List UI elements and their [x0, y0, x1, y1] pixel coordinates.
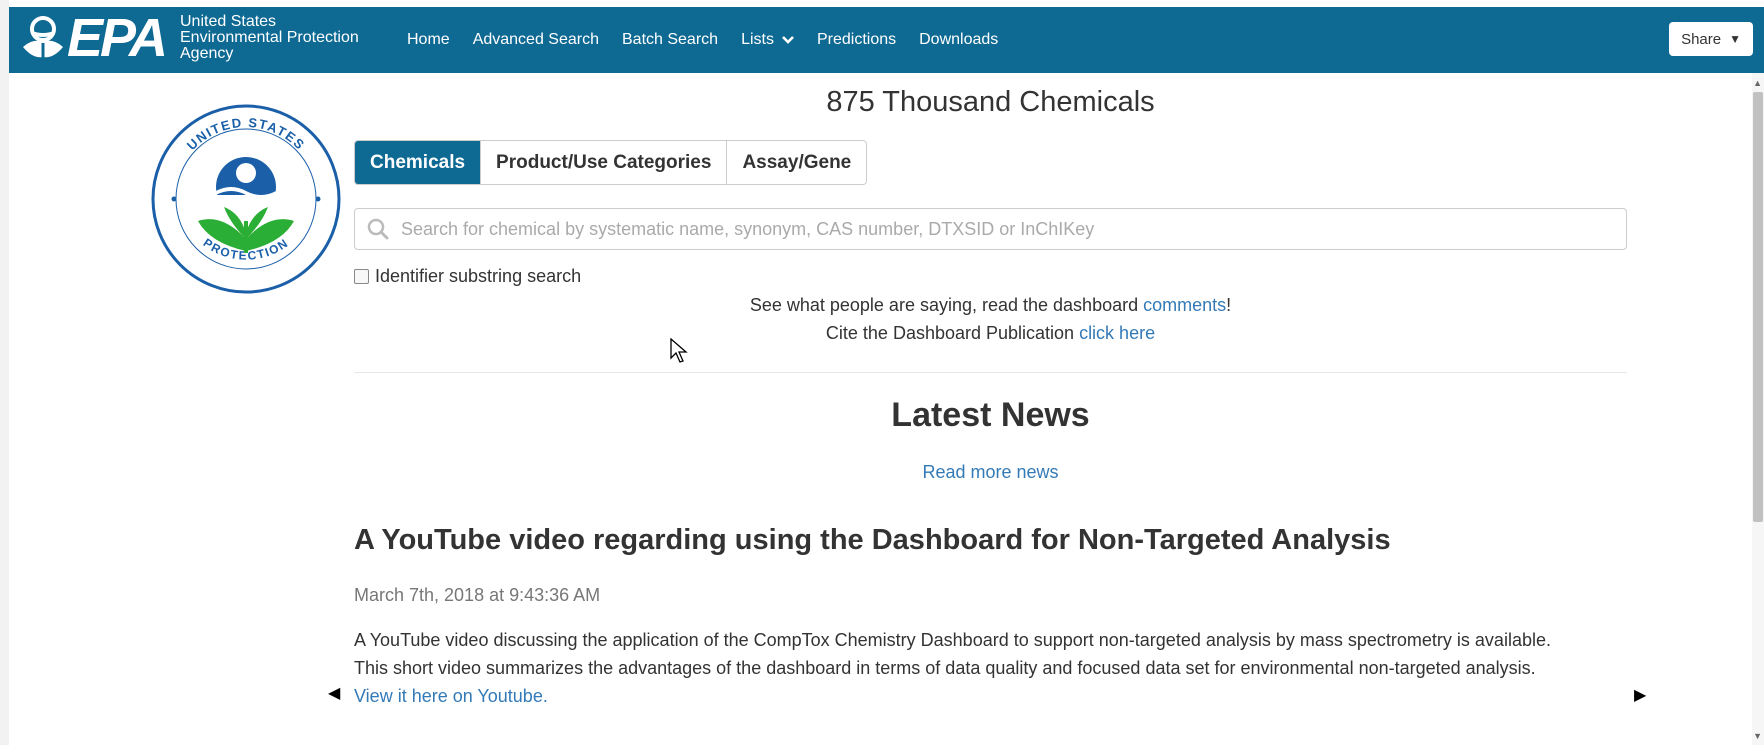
epa-seal-logo: UNITED STATES PROTECTION	[151, 104, 341, 294]
scrollbar-thumb[interactable]	[1753, 92, 1763, 522]
scroll-down-arrow-icon[interactable]: ▼	[1753, 731, 1762, 741]
nav-downloads[interactable]: Downloads	[919, 31, 998, 49]
top-navbar: EPA United States Environmental Protecti…	[9, 7, 1764, 73]
agency-line-3: Agency	[180, 45, 234, 62]
nav-batch-search[interactable]: Batch Search	[622, 31, 718, 49]
agency-line-1: United States	[180, 13, 277, 30]
caret-down-icon: ▼	[1729, 32, 1741, 46]
cite-prefix: Cite the Dashboard Publication	[825, 323, 1080, 343]
triangle-right-icon[interactable]: ▶	[1634, 685, 1646, 705]
epa-logo[interactable]: EPA	[21, 8, 168, 68]
chevron-down-icon	[782, 35, 794, 44]
window-frame	[0, 0, 9, 745]
nav-advanced-search[interactable]: Advanced Search	[473, 31, 599, 49]
comments-line: See what people are saying, read the das…	[354, 295, 1627, 316]
tab-chemicals[interactable]: Chemicals	[355, 141, 481, 184]
section-divider	[354, 372, 1627, 373]
cite-line: Cite the Dashboard Publication click her…	[354, 323, 1627, 344]
substring-search-checkbox[interactable]	[354, 269, 369, 284]
news-article-title: A YouTube video regarding using the Dash…	[354, 524, 1391, 556]
cite-link[interactable]: click here	[1079, 323, 1155, 343]
scroll-up-arrow-icon[interactable]: ▲	[1753, 78, 1762, 88]
news-article-date: March 7th, 2018 at 9:43:36 AM	[354, 585, 601, 605]
tab-product-use-categories[interactable]: Product/Use Categories	[480, 141, 727, 184]
triangle-left-icon[interactable]: ◀	[328, 683, 340, 703]
nav-lists-dropdown[interactable]: Lists	[741, 31, 794, 49]
agency-line-2: Environmental Protection	[180, 29, 359, 46]
chemical-search-box[interactable]	[354, 208, 1627, 250]
read-more-news-link[interactable]: Read more news	[922, 462, 1058, 482]
share-label: Share	[1681, 30, 1722, 48]
mouse-pointer-icon	[670, 338, 688, 363]
tab-assay-gene[interactable]: Assay/Gene	[726, 141, 867, 184]
latest-news-heading: Latest News	[891, 396, 1090, 434]
search-type-tabs: Chemicals Product/Use Categories Assay/G…	[354, 140, 868, 185]
news-article-body: A YouTube video discussing the applicati…	[354, 626, 1574, 710]
comments-prefix: See what people are saying, read the das…	[749, 295, 1144, 315]
nav-home[interactable]: Home	[407, 31, 450, 49]
main-nav: Home Advanced Search Batch Search Lists …	[407, 7, 1021, 73]
comments-link[interactable]: comments	[1143, 295, 1226, 315]
epa-wordmark: EPA	[67, 8, 168, 68]
news-article-text: A YouTube video discussing the applicati…	[354, 630, 1551, 678]
agency-name: United States Environmental Protection A…	[180, 14, 359, 62]
substring-search-label: Identifier substring search	[375, 266, 582, 286]
nav-predictions[interactable]: Predictions	[817, 31, 896, 49]
chemical-search-input[interactable]	[399, 217, 1603, 241]
share-button[interactable]: Share ▼	[1669, 22, 1753, 56]
nav-lists-label: Lists	[741, 31, 774, 48]
substring-search-option[interactable]: Identifier substring search	[354, 266, 581, 287]
comments-suffix: !	[1226, 295, 1232, 315]
youtube-link[interactable]: View it here on Youtube.	[354, 686, 548, 706]
page-title: 875 Thousand Chemicals	[826, 86, 1155, 118]
epa-flower-icon	[23, 16, 63, 59]
search-icon	[367, 218, 389, 240]
read-more-news-wrap: Read more news	[354, 462, 1627, 483]
